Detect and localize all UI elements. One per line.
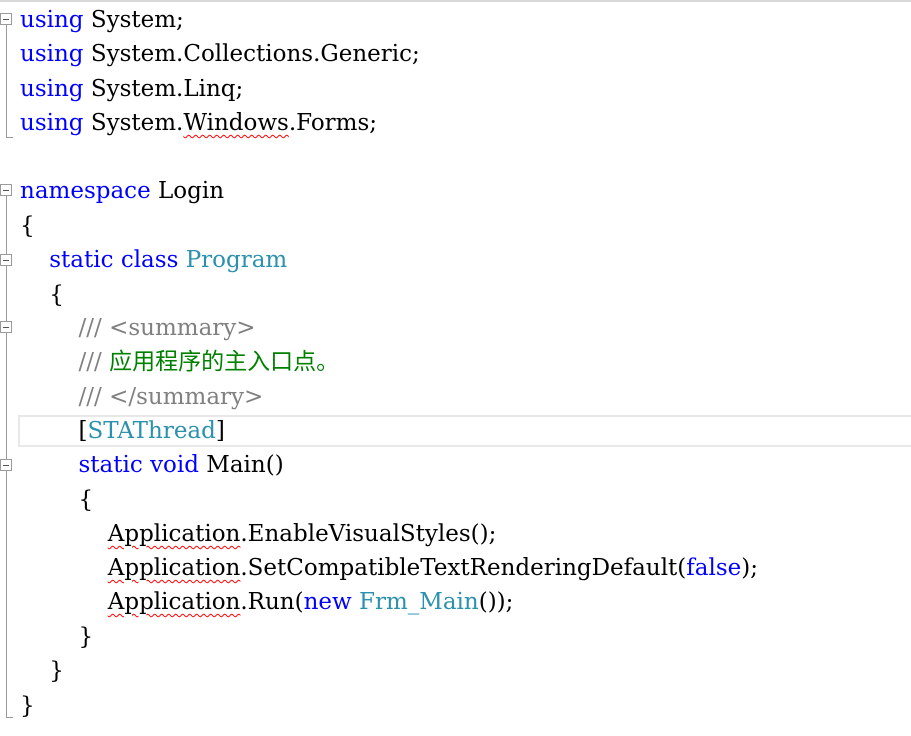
code-text: System.Collections.Generic;	[83, 41, 420, 67]
code-text: .SetCompatibleTextRenderingDefault(	[240, 555, 687, 581]
keyword: using	[20, 41, 84, 67]
fold-end	[6, 137, 13, 138]
editor-top-border	[0, 0, 911, 2]
code-text: System.	[83, 110, 184, 136]
code-text: }	[20, 658, 64, 684]
code-line-6[interactable]: namespace Login	[20, 174, 224, 208]
code-text: {	[20, 282, 64, 308]
code-line-2[interactable]: using System.Collections.Generic;	[20, 37, 420, 71]
error-squiggle-text: Application	[107, 521, 241, 547]
type-name: Program	[185, 247, 288, 273]
code-line-16[interactable]: Application.EnableVisualStyles();	[20, 517, 497, 551]
keyword: static	[78, 452, 143, 478]
keyword: new	[303, 589, 352, 615]
code-text: }	[20, 693, 35, 719]
code-text: System;	[83, 7, 184, 33]
attribute-name: STAThread	[87, 418, 216, 444]
code-text: Login	[150, 178, 225, 204]
keyword: using	[20, 76, 84, 102]
code-text: .EnableVisualStyles();	[240, 521, 497, 547]
keyword: class	[120, 247, 179, 273]
code-line-11[interactable]: /// 应用程序的主入口点。	[20, 345, 340, 379]
keyword: false	[686, 555, 742, 581]
code-line-17[interactable]: Application.SetCompatibleTextRenderingDe…	[20, 551, 758, 585]
code-text: .Run(	[240, 589, 304, 615]
code-line-9[interactable]: {	[20, 278, 64, 312]
xml-doc-tag: <summary>	[109, 315, 256, 341]
error-squiggle-text: Application	[107, 589, 241, 615]
keyword: using	[20, 7, 84, 33]
code-line-14[interactable]: static void Main()	[20, 448, 284, 482]
code-line-1[interactable]: using System;	[20, 3, 184, 37]
error-squiggle-text: Windows	[183, 110, 289, 136]
code-line-10[interactable]: /// <summary>	[20, 311, 256, 345]
code-text: ());	[478, 589, 514, 615]
code-text: System.Linq;	[83, 76, 244, 102]
comment-prefix: ///	[78, 384, 110, 410]
collapse-method-icon[interactable]	[0, 459, 12, 471]
keyword: static	[49, 247, 114, 273]
collapse-summary-icon[interactable]	[0, 321, 12, 333]
comment-prefix: ///	[78, 315, 110, 341]
code-text: .Forms;	[288, 110, 378, 136]
code-line-13[interactable]: [STAThread]	[20, 414, 225, 448]
keyword: void	[150, 452, 199, 478]
xml-doc-tag: </summary>	[109, 384, 264, 410]
code-text: {	[20, 487, 94, 513]
collapse-namespace-icon[interactable]	[0, 184, 12, 196]
code-text: {	[20, 213, 35, 239]
comment-text: 应用程序的主入口点。	[109, 349, 340, 375]
collapse-class-icon[interactable]	[0, 254, 12, 266]
fold-end	[6, 717, 13, 718]
code-text: );	[741, 555, 758, 581]
code-line-15[interactable]: {	[20, 483, 93, 517]
code-line-4[interactable]: using System.Windows.Forms;	[20, 106, 377, 140]
code-line-21[interactable]: }	[20, 689, 35, 723]
comment-prefix: ///	[78, 349, 110, 375]
fold-line	[6, 196, 7, 717]
code-line-20[interactable]: }	[20, 654, 64, 688]
code-line-8[interactable]: static class Program	[20, 243, 287, 277]
outlining-gutter	[0, 0, 18, 736]
code-line-18[interactable]: Application.Run(new Frm_Main());	[20, 585, 514, 619]
code-text: }	[20, 624, 94, 650]
type-name: Frm_Main	[359, 589, 479, 615]
code-editor[interactable]: using System; using System.Collections.G…	[0, 0, 911, 736]
bracket: ]	[215, 418, 225, 444]
fold-line	[6, 25, 7, 137]
code-line-19[interactable]: }	[20, 620, 93, 654]
code-line-3[interactable]: using System.Linq;	[20, 72, 243, 106]
collapse-usings-icon[interactable]	[0, 13, 12, 25]
keyword: using	[20, 110, 84, 136]
error-squiggle-text: Application	[107, 555, 241, 581]
code-line-7[interactable]: {	[20, 209, 35, 243]
keyword: namespace	[20, 178, 151, 204]
code-line-12[interactable]: /// </summary>	[20, 380, 264, 414]
code-text: Main()	[198, 452, 284, 478]
